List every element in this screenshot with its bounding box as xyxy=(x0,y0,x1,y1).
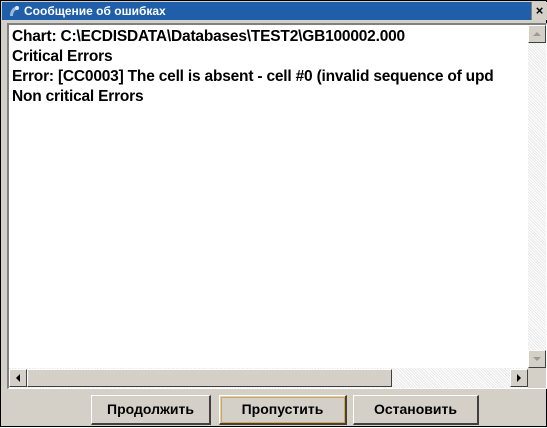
app-icon xyxy=(10,6,19,16)
window-title: Сообщение об ошибках xyxy=(24,4,166,18)
vertical-scrollbar[interactable] xyxy=(528,25,546,368)
critical-errors-heading: Critical Errors xyxy=(12,48,113,65)
chart-path-line: Chart: C:\ECDISDATA\Databases\TEST2\GB10… xyxy=(12,28,405,45)
skip-button[interactable]: Пропустить xyxy=(219,395,347,425)
non-critical-errors-heading: Non critical Errors xyxy=(12,88,144,105)
arrow-down-icon xyxy=(533,357,541,361)
error-log-text[interactable]: Chart: C:\ECDISDATA\Databases\TEST2\GB10… xyxy=(12,27,527,367)
horizontal-scroll-thumb[interactable] xyxy=(27,369,392,387)
error-line: Error: [CC0003] The cell is absent - cel… xyxy=(12,68,494,85)
close-icon: × xyxy=(535,3,544,18)
scroll-down-button[interactable] xyxy=(528,350,546,368)
title-bar[interactable]: Сообщение об ошибках × xyxy=(2,2,547,20)
size-grip xyxy=(528,368,546,388)
arrow-right-icon xyxy=(517,374,521,382)
scroll-right-button[interactable] xyxy=(510,369,528,387)
error-log-box[interactable]: Chart: C:\ECDISDATA\Databases\TEST2\GB10… xyxy=(7,23,547,389)
horizontal-scrollbar[interactable] xyxy=(9,368,528,388)
scroll-left-button[interactable] xyxy=(9,369,27,387)
stop-button[interactable]: Остановить xyxy=(353,395,479,425)
error-dialog: Сообщение об ошибках × Chart: C:\ECDISDA… xyxy=(0,0,547,427)
button-bar: Продолжить Пропустить Остановить xyxy=(1,389,547,428)
continue-button[interactable]: Продолжить xyxy=(91,395,211,425)
close-button[interactable]: × xyxy=(531,2,547,20)
arrow-up-icon xyxy=(533,32,541,36)
scroll-up-button[interactable] xyxy=(528,25,546,43)
arrow-left-icon xyxy=(16,374,20,382)
